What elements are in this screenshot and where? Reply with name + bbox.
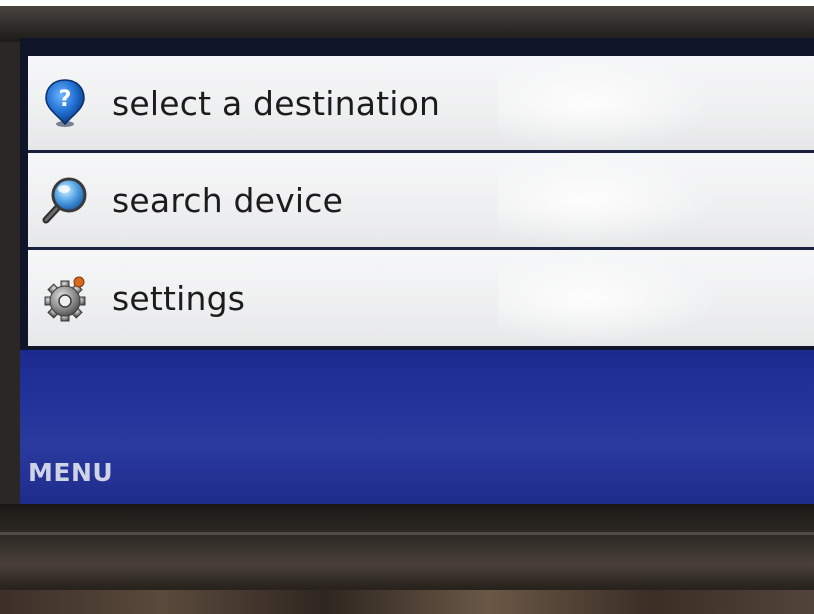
menu-item-select-destination[interactable]: ? select a destination — [28, 56, 814, 153]
menu-item-label: search device — [112, 180, 344, 220]
menu-list: ? select a destination search device set… — [28, 56, 814, 346]
device-screen: ? select a destination search device set… — [20, 38, 814, 508]
menu-title: MENU — [28, 458, 114, 487]
question-pin-icon: ? — [40, 78, 90, 128]
device-bezel-top — [0, 6, 814, 42]
photo-background: ? select a destination search device set… — [0, 0, 814, 614]
menu-panel: MENU — [20, 350, 814, 508]
menu-item-settings[interactable]: settings — [28, 250, 814, 346]
magnifier-icon — [40, 175, 90, 225]
menu-item-label: settings — [112, 278, 246, 318]
menu-item-search-device[interactable]: search device — [28, 153, 814, 250]
gear-icon — [40, 273, 90, 323]
device-bezel-bottom — [0, 504, 814, 614]
svg-text:?: ? — [59, 87, 72, 112]
menu-item-label: select a destination — [112, 83, 441, 123]
